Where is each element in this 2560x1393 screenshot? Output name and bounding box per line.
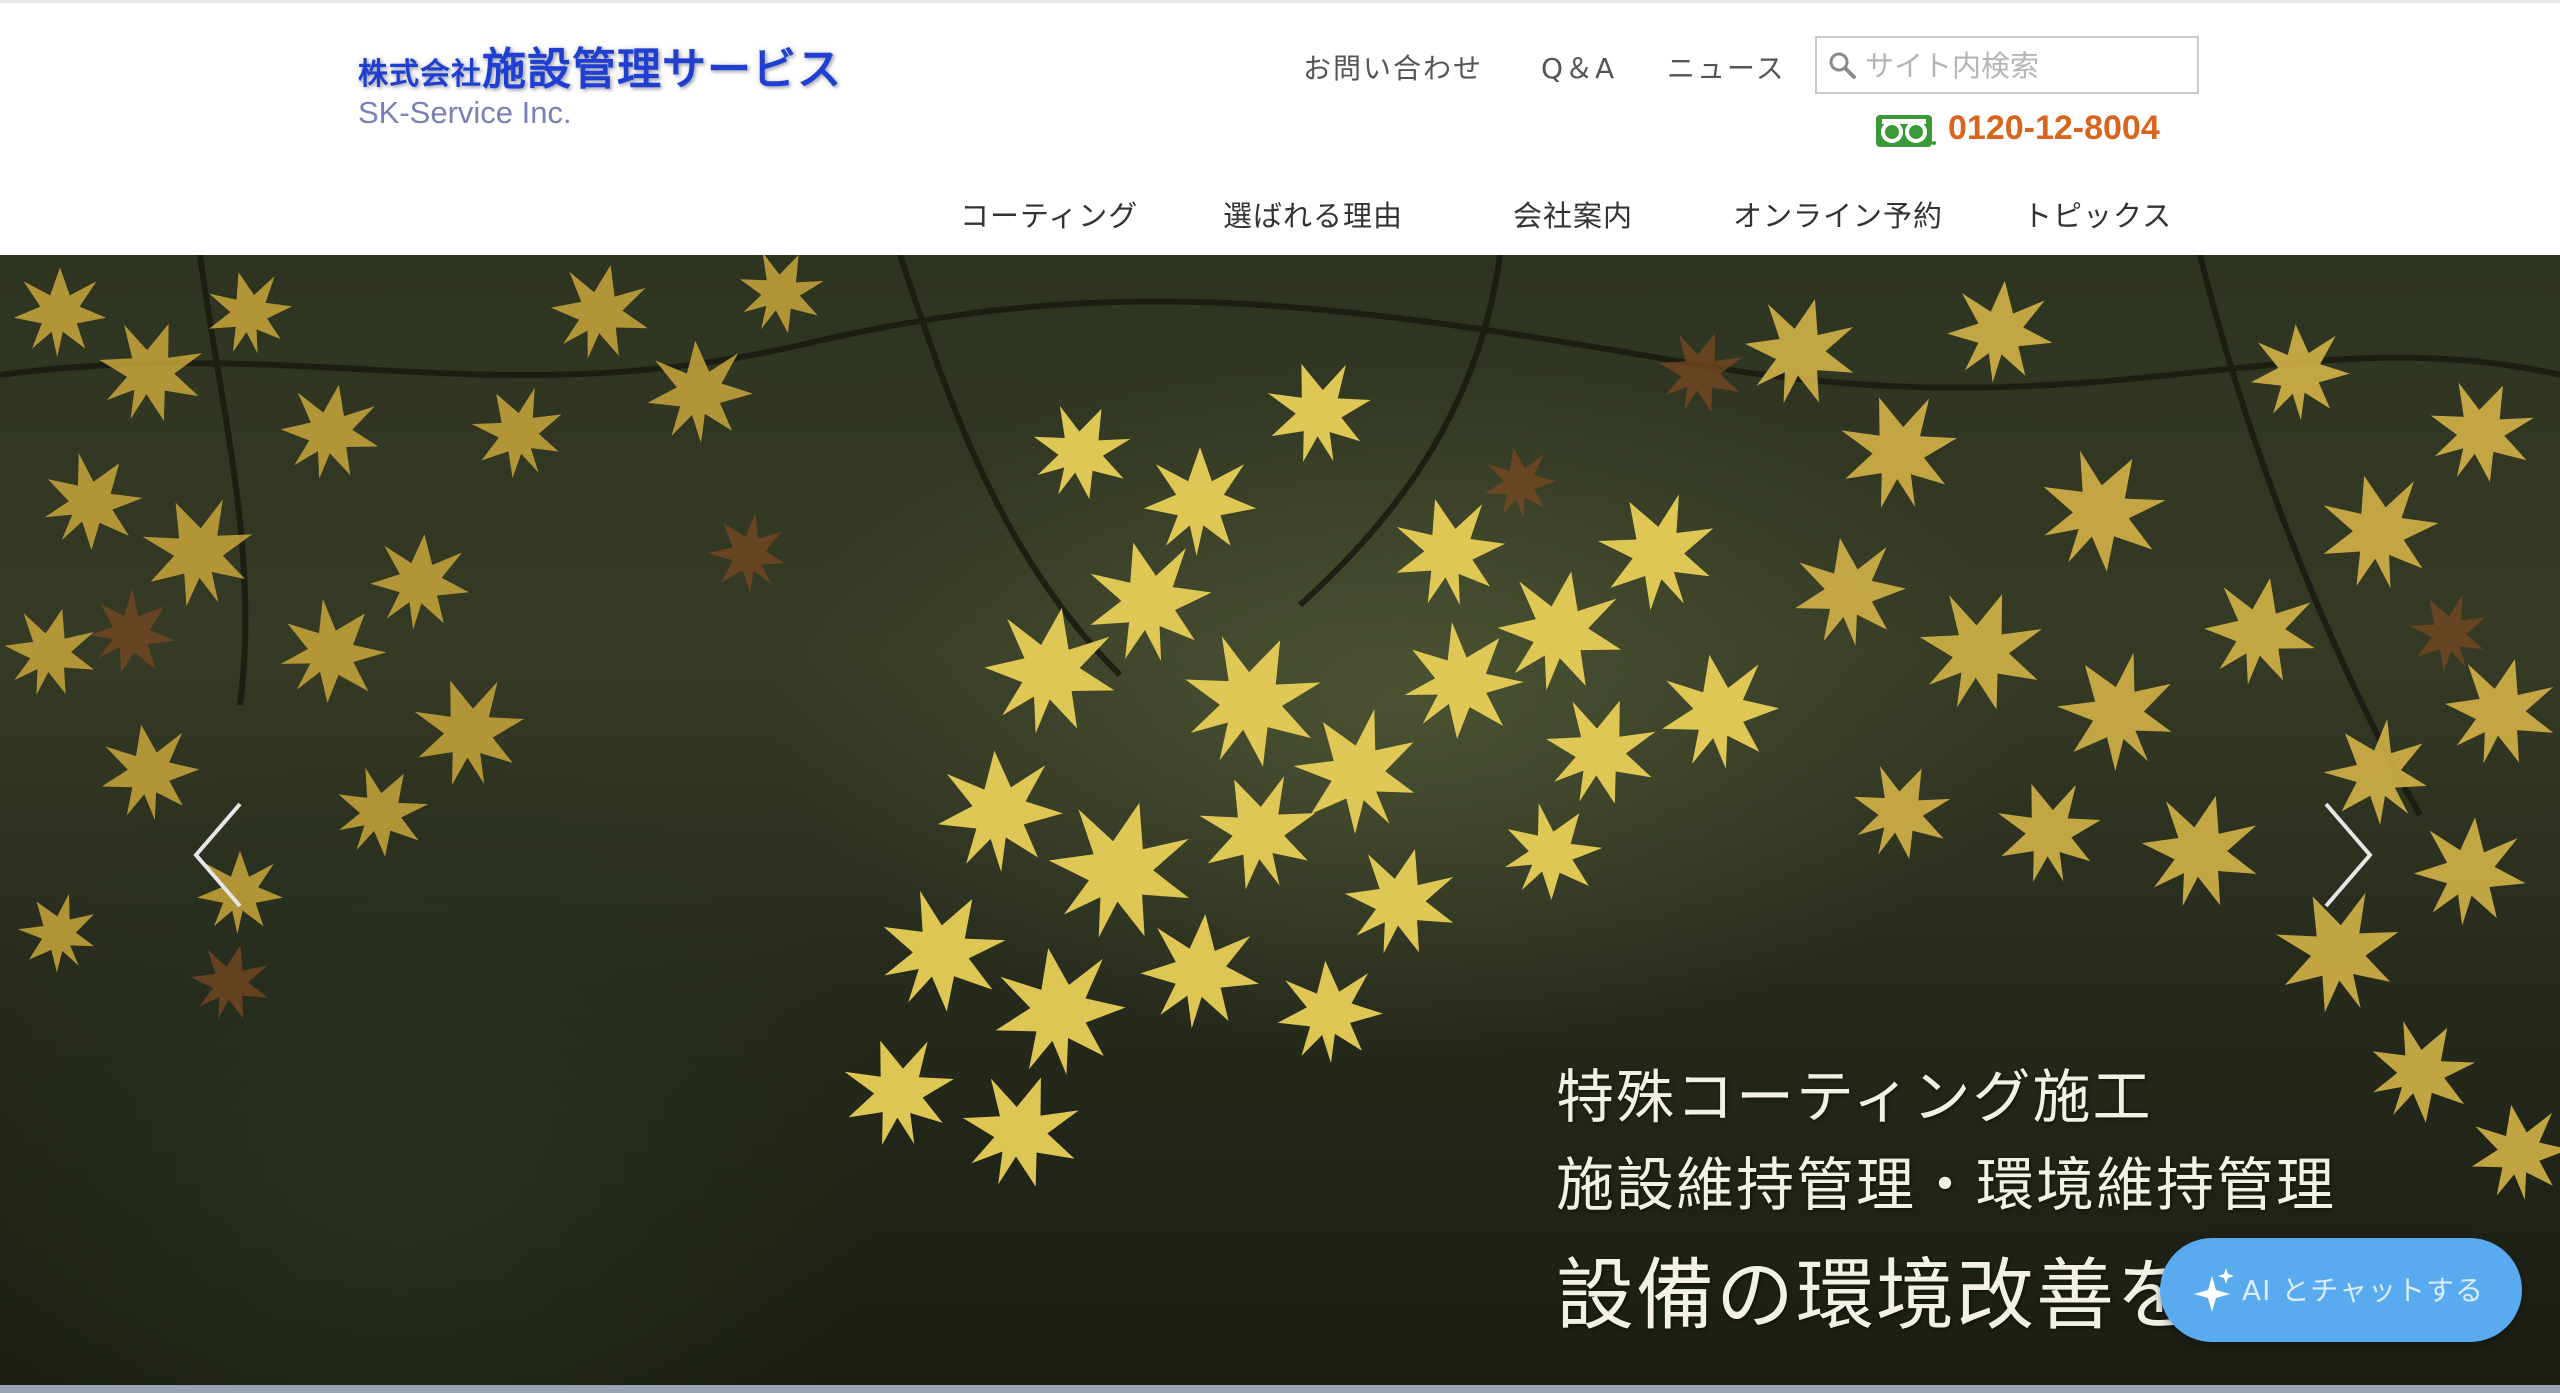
sparkle-icon [2194,1268,2234,1316]
news-link[interactable]: ニュース [1667,47,1786,87]
nav-online-booking[interactable]: オンライン予約 [1733,193,1943,235]
chevron-right-icon[interactable] [2318,800,2378,914]
maple-leaves-image [0,255,2560,1208]
nav-reasons[interactable]: 選ばれる理由 [1223,193,1403,235]
chat-label: AI とチャットする [2242,1274,2485,1307]
nav-coating[interactable]: コーティング [960,193,1138,235]
logo-english: SK-Service Inc. [358,95,572,130]
company-logo[interactable]: 株式会社施設管理サービス [358,33,842,97]
nav-topics[interactable]: トピックス [2023,193,2172,235]
search-icon[interactable] [1827,50,1857,84]
hero-caption-line-3: 設備の環境改善を [1556,1251,2197,1341]
contact-link[interactable]: お問い合わせ [1303,47,1483,87]
chevron-left-icon[interactable] [188,800,248,914]
hero-slider: 特殊コーティング施工 施設維持管理・環境維持管理 設備の環境改善を [0,255,2560,1393]
ai-chat-button[interactable]: AI とチャットする [2160,1238,2522,1342]
free-dial-icon [1876,115,1936,151]
phone-number: 0120-12-8004 [1948,109,2160,147]
hero-caption-line-2: 施設維持管理・環境維持管理 [1556,1151,2337,1219]
faq-link[interactable]: Q＆A [1541,47,1616,87]
site-header: 株式会社施設管理サービス SK-Service Inc. お問い合わせ Q＆A … [0,3,2560,255]
search-input[interactable] [1863,44,2187,88]
logo-prefix: 株式会社 [358,57,482,92]
logo-name: 施設管理サービス [482,44,842,95]
hero-caption-line-1: 特殊コーティング施工 [1556,1063,2153,1131]
bottom-edge [0,1385,2560,1393]
nav-company[interactable]: 会社案内 [1513,193,1633,235]
site-search [1815,36,2199,94]
